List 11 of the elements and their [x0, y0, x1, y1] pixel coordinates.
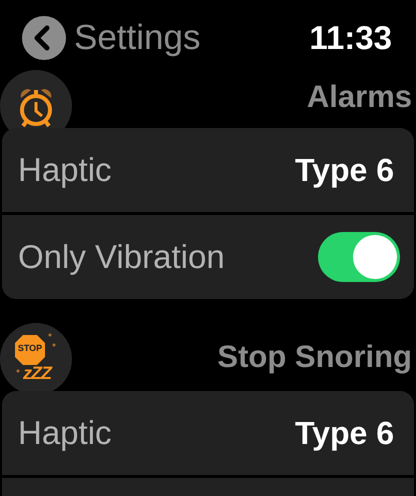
setting-label: Haptic	[18, 151, 112, 189]
setting-value[interactable]: Type 6	[295, 152, 394, 188]
setting-label: Only Vibration	[18, 238, 225, 276]
clock-time: 11:33	[309, 19, 392, 57]
toggle-switch[interactable]	[318, 232, 400, 282]
back-icon	[22, 16, 66, 60]
section-title: Stop Snoring	[217, 339, 412, 376]
section-title: Alarms	[306, 79, 412, 115]
setting-value[interactable]: Type 6	[295, 414, 394, 452]
setting-label: Haptic	[18, 414, 112, 452]
back-button[interactable]: Settings	[22, 16, 200, 60]
